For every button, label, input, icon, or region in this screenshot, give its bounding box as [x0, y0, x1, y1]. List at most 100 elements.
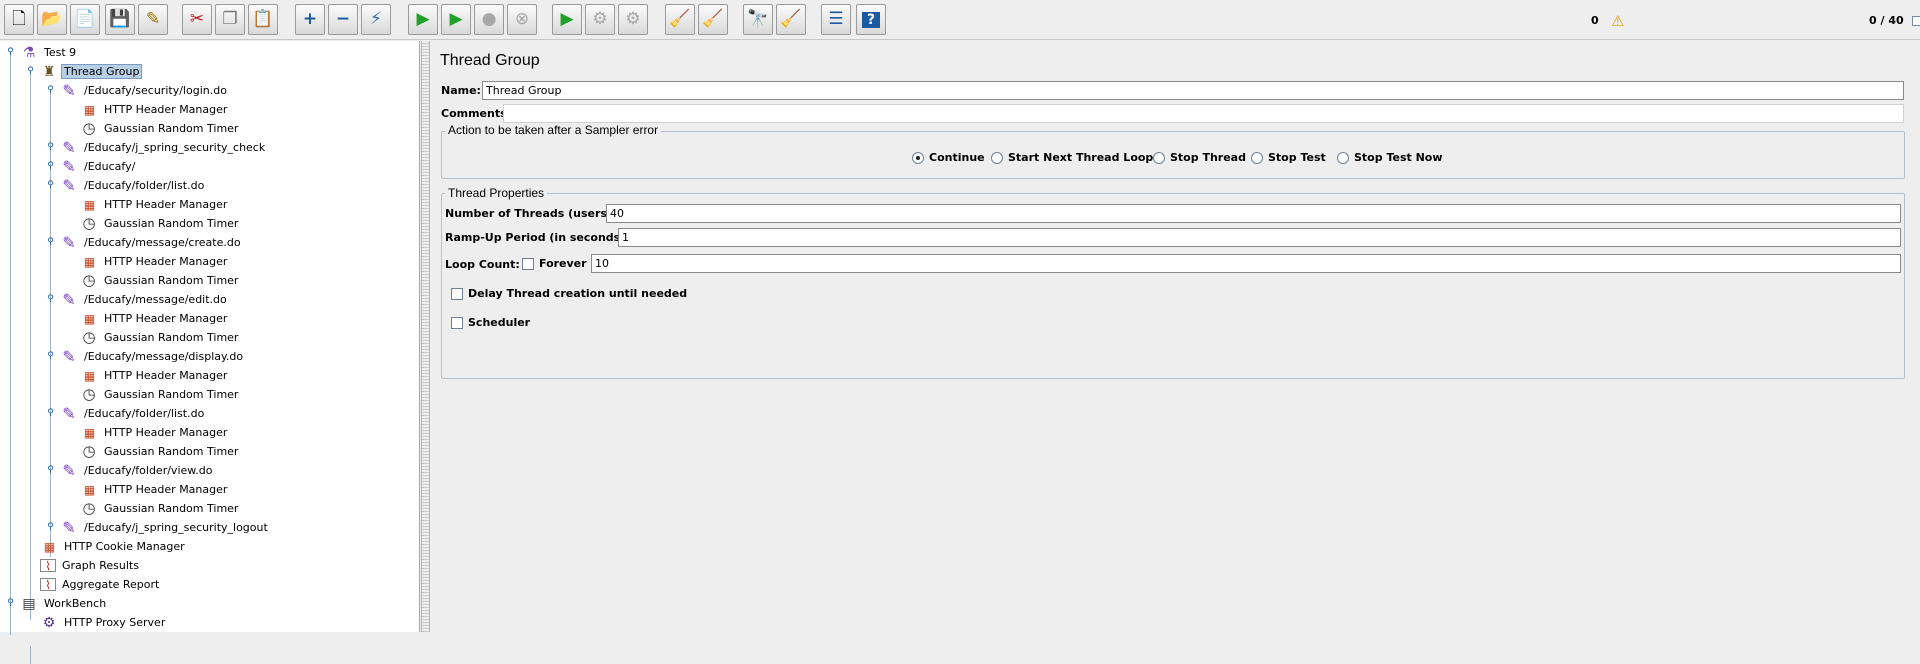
- stop-button[interactable]: ●: [474, 4, 504, 35]
- radio-stop-thread[interactable]: Stop Thread: [1153, 151, 1246, 164]
- tree-item[interactable]: ✎ /Educafy/security/login.do: [60, 81, 230, 100]
- tree-expand-toggle-icon[interactable]: ⚲: [46, 143, 55, 152]
- radio-continue[interactable]: Continue: [912, 151, 985, 164]
- clear-all-button[interactable]: 🧹: [698, 4, 728, 35]
- help-button[interactable]: ?: [856, 4, 886, 35]
- tree-item[interactable]: ✎ /Educafy/folder/list.do: [60, 404, 207, 423]
- remote-stop-all-button[interactable]: ⚙: [585, 4, 615, 35]
- tree-item[interactable]: ◷ Gaussian Random Timer: [80, 119, 241, 138]
- tree-item[interactable]: ⚗ Test 9: [20, 43, 79, 62]
- new-button[interactable]: 🗋: [4, 4, 34, 35]
- tree-line: [30, 70, 31, 620]
- tree-item[interactable]: ▤ WorkBench: [20, 594, 109, 613]
- shutdown-button[interactable]: ⊗: [507, 4, 537, 35]
- tree-item-label: HTTP Proxy Server: [64, 616, 166, 629]
- tree-item[interactable]: ▦ HTTP Header Manager: [80, 423, 230, 442]
- tree-expand-toggle-icon[interactable]: ⚲: [6, 48, 15, 57]
- radio-stop-test[interactable]: Stop Test: [1251, 151, 1326, 164]
- tree-expand-toggle-icon[interactable]: ⚲: [46, 162, 55, 171]
- timer-icon: ◷: [82, 214, 96, 232]
- comments-field[interactable]: [503, 104, 1904, 123]
- tree-item-label: /Educafy/folder/list.do: [84, 407, 205, 420]
- delay-thread-checkbox[interactable]: Delay Thread creation until needed: [451, 287, 687, 300]
- tree-expand-toggle-icon[interactable]: ⚲: [26, 67, 35, 76]
- tree-expand-toggle-icon[interactable]: ⚲: [46, 523, 55, 532]
- tree-expand-toggle-icon[interactable]: ⚲: [6, 599, 15, 608]
- search-button[interactable]: 🔭: [743, 4, 773, 35]
- toggle-button[interactable]: ⚡: [361, 4, 391, 35]
- tree-expand-toggle-icon[interactable]: ⚲: [46, 352, 55, 361]
- test-plan-tree: ⚲ ⚗ Test 9 ⚲ ♜ Thread Group ⚲ ✎ /Educafy/securit…: [0, 41, 420, 664]
- save-as-button[interactable]: ✎: [138, 4, 168, 35]
- radio-start-next-thread-loop[interactable]: Start Next Thread Loop: [991, 151, 1153, 164]
- start-no-timers-button[interactable]: ▶: [441, 4, 471, 35]
- tree-expand-toggle-icon[interactable]: ⚲: [46, 466, 55, 475]
- loop-count-field[interactable]: 10: [591, 254, 1901, 273]
- paste-button[interactable]: 📋: [248, 4, 278, 35]
- tree-item[interactable]: ◷ Gaussian Random Timer: [80, 442, 241, 461]
- tree-item[interactable]: ✎ /Educafy/message/create.do: [60, 233, 244, 252]
- tree-item[interactable]: ◷ Gaussian Random Timer: [80, 385, 241, 404]
- tree-item[interactable]: ▦ HTTP Header Manager: [80, 252, 230, 271]
- tree-expand-toggle-icon[interactable]: ⚲: [46, 181, 55, 190]
- tree-item-label: /Educafy/message/display.do: [84, 350, 244, 363]
- tree-item[interactable]: ▦ HTTP Header Manager: [80, 100, 230, 119]
- tree-item[interactable]: ◷ Gaussian Random Timer: [80, 214, 241, 233]
- thread-properties-legend: Thread Properties: [445, 186, 548, 200]
- tree-expand-toggle-icon[interactable]: ⚲: [46, 86, 55, 95]
- expand-all-button[interactable]: +: [295, 4, 325, 35]
- scheduler-checkbox[interactable]: Scheduler: [451, 316, 530, 329]
- tree-item[interactable]: ✎ /Educafy/j_spring_security_check: [60, 138, 268, 157]
- toolbar: 🗋 📂 📄 💾 ✎ ✂ ❐ 📋 + − ⚡ ▶ ▶ ● ⊗ ▶ ⚙ ⚙ 🧹 🧹 …: [0, 0, 1920, 40]
- tree-item-label: Gaussian Random Timer: [104, 274, 239, 287]
- cut-button[interactable]: ✂: [182, 4, 212, 35]
- tree-item[interactable]: ✎ /Educafy/folder/list.do: [60, 176, 207, 195]
- tree-item[interactable]: ✎ /Educafy/j_spring_security_logout: [60, 518, 271, 537]
- open-button[interactable]: 📄: [70, 4, 100, 35]
- tree-item[interactable]: ▦ HTTP Header Manager: [80, 309, 230, 328]
- folder-open-icon: 📂: [41, 9, 63, 29]
- rampup-field[interactable]: 1: [618, 228, 1901, 247]
- graph-results-icon: ⌇: [40, 559, 56, 572]
- split-pane-divider[interactable]: [421, 41, 430, 632]
- tree-item[interactable]: ▦ HTTP Header Manager: [80, 195, 230, 214]
- checkbox-icon: [522, 257, 534, 270]
- tree-item[interactable]: ⌇ Graph Results: [40, 556, 142, 575]
- toggle-wand-icon: ⚡: [370, 9, 382, 29]
- tree-expand-toggle-icon[interactable]: ⚲: [46, 295, 55, 304]
- tree-item-label: Gaussian Random Timer: [104, 445, 239, 458]
- remote-shutdown-all-button[interactable]: ⚙: [618, 4, 648, 35]
- reset-search-button[interactable]: 🧹: [776, 4, 806, 35]
- name-field[interactable]: Thread Group: [482, 81, 1904, 100]
- tree-item[interactable]: ✎ /Educafy/message/display.do: [60, 347, 246, 366]
- tree-item[interactable]: ◷ Gaussian Random Timer: [80, 499, 241, 518]
- forever-checkbox[interactable]: Forever: [522, 257, 587, 270]
- clear-button[interactable]: 🧹: [665, 4, 695, 35]
- threads-field[interactable]: 40: [606, 204, 1901, 223]
- save-button[interactable]: 💾: [105, 4, 135, 35]
- radio-stop-test-now[interactable]: Stop Test Now: [1337, 151, 1443, 164]
- tree-expand-toggle-icon[interactable]: ⚲: [46, 409, 55, 418]
- tree-item[interactable]: ⌇ Aggregate Report: [40, 575, 162, 594]
- tree-item[interactable]: ◷ Gaussian Random Timer: [80, 328, 241, 347]
- warning-icon[interactable]: ⚠: [1611, 12, 1624, 30]
- templates-button[interactable]: 📂: [37, 4, 67, 35]
- tree-item[interactable]: ✎ /Educafy/message/edit.do: [60, 290, 230, 309]
- start-button[interactable]: ▶: [408, 4, 438, 35]
- radio-button-icon: [991, 151, 1003, 164]
- remote-start-all-button[interactable]: ▶: [552, 4, 582, 35]
- tree-item[interactable]: ⚙ HTTP Proxy Server: [40, 613, 168, 632]
- tree-item[interactable]: ▦ HTTP Cookie Manager: [40, 537, 188, 556]
- collapse-all-button[interactable]: −: [328, 4, 358, 35]
- tree-item[interactable]: ✎ /Educafy/folder/view.do: [60, 461, 215, 480]
- tree-item[interactable]: ▦ HTTP Header Manager: [80, 480, 230, 499]
- tree-item[interactable]: ✎ /Educafy/: [60, 157, 138, 176]
- tree-item[interactable]: ◷ Gaussian Random Timer: [80, 271, 241, 290]
- timer-icon: ◷: [82, 119, 96, 137]
- tree-item[interactable]: ♜ Thread Group: [40, 62, 143, 81]
- document-close-icon: 📄: [74, 9, 96, 29]
- tree-expand-toggle-icon[interactable]: ⚲: [46, 238, 55, 247]
- tree-item[interactable]: ▦ HTTP Header Manager: [80, 366, 230, 385]
- function-helper-button[interactable]: ☰: [821, 4, 851, 35]
- copy-button[interactable]: ❐: [215, 4, 245, 35]
